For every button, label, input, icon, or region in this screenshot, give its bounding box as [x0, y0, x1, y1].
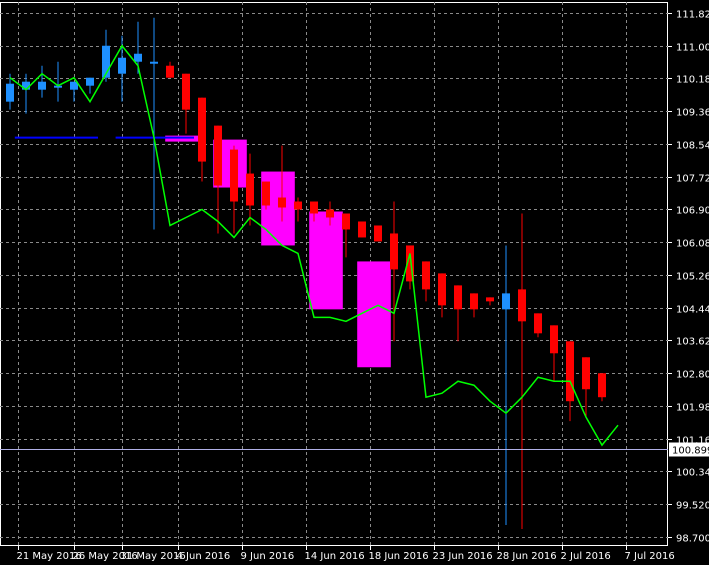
zone-box: [357, 261, 391, 368]
candle-body: [198, 97, 206, 162]
y-tick-label: 98.700: [676, 534, 709, 545]
candle-body: [6, 83, 14, 102]
candle-body: [454, 285, 462, 310]
y-tick-label: 105.260: [676, 272, 709, 283]
candle-body: [166, 65, 174, 78]
y-tick-label: 102.800: [676, 370, 709, 381]
y-tick-label: 107.720: [676, 174, 709, 185]
candle-body: [118, 57, 126, 74]
y-tick-label: 106.900: [676, 206, 709, 217]
candle: [470, 293, 478, 318]
candle-body: [150, 61, 158, 64]
candle-body: [214, 125, 222, 186]
y-axis: 111.820 111.000 110.180 109.360 108.540 107.7…: [668, 10, 709, 545]
candle-body: [486, 297, 494, 302]
candle-body: [518, 289, 526, 322]
candlestick-chart: 100.899 111.820 111.000 110.180 109.360 108.…: [0, 2, 709, 562]
candle-body: [134, 53, 142, 62]
x-tick-label: 14 Jun 2016: [305, 551, 365, 562]
candle-body: [278, 197, 286, 208]
candle: [550, 325, 558, 382]
candle: [598, 373, 606, 402]
x-tick-label: 4 Jun 2016: [177, 551, 231, 562]
candle-body: [374, 225, 382, 242]
y-tick-label: 111.820: [676, 10, 709, 21]
x-tick-label: 7 Jul 2016: [625, 551, 675, 562]
candle-body: [246, 173, 254, 206]
y-tick-label: 111.000: [676, 43, 709, 54]
candle: [502, 245, 510, 526]
candle: [390, 201, 398, 342]
candle-body: [182, 73, 190, 110]
x-tick-label: 2 Jul 2016: [561, 551, 611, 562]
x-tick-label: 9 Jun 2016: [241, 551, 295, 562]
candle: [358, 221, 366, 238]
y-tick-label: 99.520: [676, 501, 709, 512]
candle: [230, 145, 238, 234]
x-tick-label: 18 Jun 2016: [369, 551, 429, 562]
candle-body: [262, 181, 270, 206]
zone-box: [309, 211, 343, 310]
candle: [22, 73, 30, 114]
magenta-zones: [165, 135, 391, 368]
candle: [438, 273, 446, 318]
x-tick-label: 28 Jun 2016: [497, 551, 557, 562]
candle-body: [550, 325, 558, 354]
candle-body: [86, 77, 94, 86]
y-tick-label: 109.360: [676, 108, 709, 119]
candle: [214, 125, 222, 234]
x-axis: 21 May 201626 May 201631 May 20164 Jun 2…: [17, 546, 675, 562]
candle-body: [566, 341, 574, 402]
candle-body: [310, 201, 318, 214]
candle-body: [582, 357, 590, 390]
current-price-label: 100.899: [672, 446, 709, 457]
candle: [54, 61, 62, 102]
candle: [534, 313, 542, 338]
y-tick-label: 108.540: [676, 141, 709, 152]
y-tick-label: 104.440: [676, 305, 709, 316]
y-tick-label: 101.160: [676, 436, 709, 447]
candle-body: [422, 261, 430, 290]
candle: [262, 181, 270, 210]
candle: [86, 77, 94, 94]
candle: [582, 357, 590, 418]
candle: [342, 213, 350, 258]
candle-body: [326, 209, 334, 218]
y-tick-label: 101.980: [676, 403, 709, 414]
candle: [38, 65, 46, 98]
candle-body: [358, 221, 366, 238]
candle: [422, 261, 430, 302]
candle: [454, 285, 462, 342]
candle: [198, 97, 206, 182]
candle-body: [390, 233, 398, 270]
candle-body: [598, 373, 606, 398]
candle: [486, 297, 494, 306]
candle: [182, 73, 190, 134]
candle-body: [38, 81, 46, 90]
candle-body: [502, 293, 510, 310]
candle: [166, 61, 174, 78]
candle-body: [470, 293, 478, 310]
x-tick-label: 23 Jun 2016: [433, 551, 493, 562]
y-tick-label: 103.620: [676, 337, 709, 348]
candle-body: [438, 273, 446, 306]
candle: [374, 225, 382, 242]
y-tick-label: 100.340: [676, 468, 709, 479]
candle: [246, 153, 254, 226]
y-tick-label: 106.080: [676, 239, 709, 250]
candle-body: [342, 213, 350, 230]
candle-body: [534, 313, 542, 334]
candle-body: [294, 201, 302, 210]
candle: [70, 81, 78, 102]
candle: [294, 197, 302, 222]
candle: [518, 213, 526, 530]
y-tick-label: 110.180: [676, 75, 709, 86]
candle-body: [230, 149, 238, 202]
